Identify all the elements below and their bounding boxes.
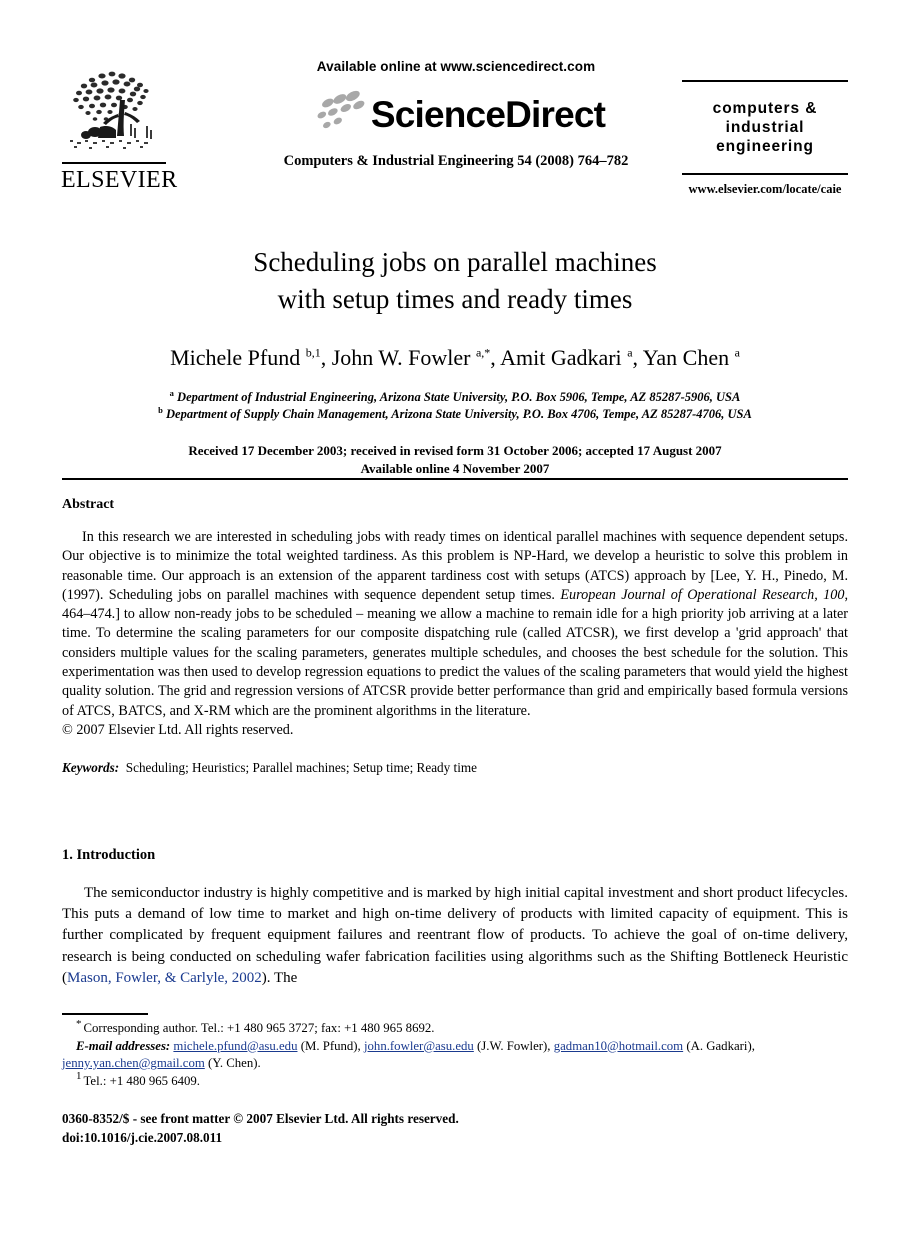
author-item: John W. Fowler a,* — [332, 345, 491, 370]
affiliation-list: a Department of Industrial Engineering, … — [62, 389, 848, 423]
abstract-citation-journal: European Journal of Operational Research… — [560, 586, 845, 603]
sciencedirect-block: Available online at www.sciencedirect.co… — [222, 58, 690, 171]
sciencedirect-swoosh-icon — [317, 90, 365, 129]
journal-title-line-2: industrial — [725, 119, 805, 136]
email-link[interactable]: gadman10@hotmail.com — [554, 1039, 683, 1053]
introduction-paragraph: The semiconductor industry is highly com… — [62, 883, 848, 989]
email-link[interactable]: michele.pfund@asu.edu — [173, 1039, 297, 1053]
journal-badge: computers & industrial engineering www.e… — [682, 80, 848, 197]
footnote-marker-asterisk: * — [76, 1017, 82, 1030]
title-block: Scheduling jobs on parallel machines wit… — [62, 244, 848, 478]
journal-badge-bottom-rule — [682, 173, 848, 175]
abstract-copyright: © 2007 Elsevier Ltd. All rights reserved… — [62, 721, 294, 738]
author-separator: , — [632, 345, 643, 370]
keywords-line: Keywords: Scheduling; Heuristics; Parall… — [62, 759, 848, 777]
footnote-telephone-text: Tel.: +1 480 965 6409. — [83, 1073, 201, 1088]
title-line-1: Scheduling jobs on parallel machines — [253, 247, 657, 277]
email-owner: (Y. Chen). — [208, 1056, 261, 1070]
affiliation-text: Department of Industrial Engineering, Ar… — [177, 390, 741, 404]
available-online-text: Available online at www.sciencedirect.co… — [316, 59, 596, 74]
email-link[interactable]: jenny.yan.chen@gmail.com — [62, 1056, 205, 1070]
abstract-text-part-2: , 464–474.] to allow non-ready jobs to b… — [62, 586, 848, 719]
journal-citation: Computers & Industrial Engineering 54 (2… — [283, 153, 629, 169]
author-separator: , — [490, 345, 501, 370]
elsevier-logo: ELSEVIER — [61, 64, 178, 196]
masthead: ELSEVIER Available online at www.science… — [61, 58, 848, 198]
page-title: Scheduling jobs on parallel machines wit… — [62, 244, 848, 318]
affiliation-item: a Department of Industrial Engineering, … — [62, 389, 848, 406]
affiliation-mark: a — [169, 387, 174, 398]
issn-front-matter-line: 0360-8352/$ - see front matter © 2007 El… — [62, 1111, 459, 1126]
author-item: Michele Pfund b,1 — [170, 345, 321, 370]
affiliation-mark: b — [158, 404, 163, 415]
received-dates: Received 17 December 2003; received in r… — [188, 443, 722, 458]
elsevier-logo-divider — [62, 162, 166, 164]
author-name: Yan Chen — [642, 345, 730, 370]
footnote-marker-one: 1 — [76, 1070, 82, 1083]
footnote-emails: E-mail addresses: michele.pfund@asu.edu … — [62, 1038, 848, 1073]
article-history: Received 17 December 2003; received in r… — [62, 442, 848, 478]
author-separator: , — [320, 345, 332, 370]
journal-title-line-1: computers & — [712, 100, 818, 117]
affiliation-text: Department of Supply Chain Management, A… — [166, 407, 752, 421]
author-name: John W. Fowler — [331, 345, 471, 370]
footnote-telephone: 1 Tel.: +1 480 965 6409. — [62, 1070, 848, 1091]
sciencedirect-wordmark: ScienceDirect — [370, 94, 606, 135]
abstract-heading: Abstract — [62, 497, 115, 512]
journal-title-line-3: engineering — [716, 138, 814, 155]
author-item: Amit Gadkari a — [500, 345, 632, 370]
abstract-section: Abstract In this research we are interes… — [62, 495, 848, 777]
author-list: Michele Pfund b,1, John W. Fowler a,*, A… — [62, 343, 848, 372]
author-name: Amit Gadkari — [500, 345, 622, 370]
section-heading-introduction: 1. Introduction — [62, 847, 156, 863]
author-affiliation-marks: a — [734, 345, 740, 360]
introduction-section: The semiconductor industry is highly com… — [62, 883, 848, 989]
journal-homepage-url[interactable]: www.elsevier.com/locate/caie — [682, 181, 848, 197]
email-owner: (A. Gadkari), — [686, 1038, 755, 1053]
intro-text-part-2: ). The — [261, 969, 298, 986]
affiliation-item: b Department of Supply Chain Management,… — [62, 406, 848, 423]
author-affiliation-marks: b,1 — [305, 345, 321, 360]
abstract-divider — [62, 478, 848, 480]
keywords-label: Keywords: — [62, 760, 120, 776]
author-name: Michele Pfund — [170, 345, 301, 370]
footnote-corresponding-text: Corresponding author. Tel.: +1 480 965 3… — [83, 1021, 435, 1035]
title-line-2: with setup times and ready times — [277, 284, 633, 314]
email-addresses-label: E-mail addresses: — [76, 1038, 171, 1053]
email-owner: (J.W. Fowler), — [477, 1038, 551, 1053]
doi-line: doi:10.1016/j.cie.2007.08.011 — [62, 1129, 223, 1145]
elsevier-wordmark: ELSEVIER — [61, 167, 178, 193]
footnote-divider — [62, 1013, 148, 1015]
journal-badge-title: computers & industrial engineering — [682, 82, 848, 173]
abstract-paragraph: In this research we are interested in sc… — [62, 528, 848, 721]
email-owner: (M. Pfund), — [300, 1038, 361, 1053]
keywords-value: Scheduling; Heuristics; Parallel machine… — [125, 760, 477, 776]
publisher-footer: 0360-8352/$ - see front matter © 2007 El… — [62, 1110, 848, 1147]
paper-page: ELSEVIER Available online at www.science… — [0, 0, 907, 1238]
email-link[interactable]: john.fowler@asu.edu — [364, 1039, 474, 1053]
footnote-corresponding-author: * Corresponding author. Tel.: +1 480 965 … — [62, 1017, 848, 1038]
author-affiliation-marks: a,* — [475, 345, 491, 360]
footnote-section: * Corresponding author. Tel.: +1 480 965 … — [62, 1017, 848, 1091]
elsevier-tree-logo-icon — [62, 64, 162, 160]
citation-link[interactable]: Mason, Fowler, & Carlyle, 2002 — [67, 970, 262, 986]
available-online-date: Available online 4 November 2007 — [360, 461, 550, 476]
sciencedirect-logo: ScienceDirect — [222, 85, 690, 135]
author-item: Yan Chen a — [643, 345, 740, 370]
